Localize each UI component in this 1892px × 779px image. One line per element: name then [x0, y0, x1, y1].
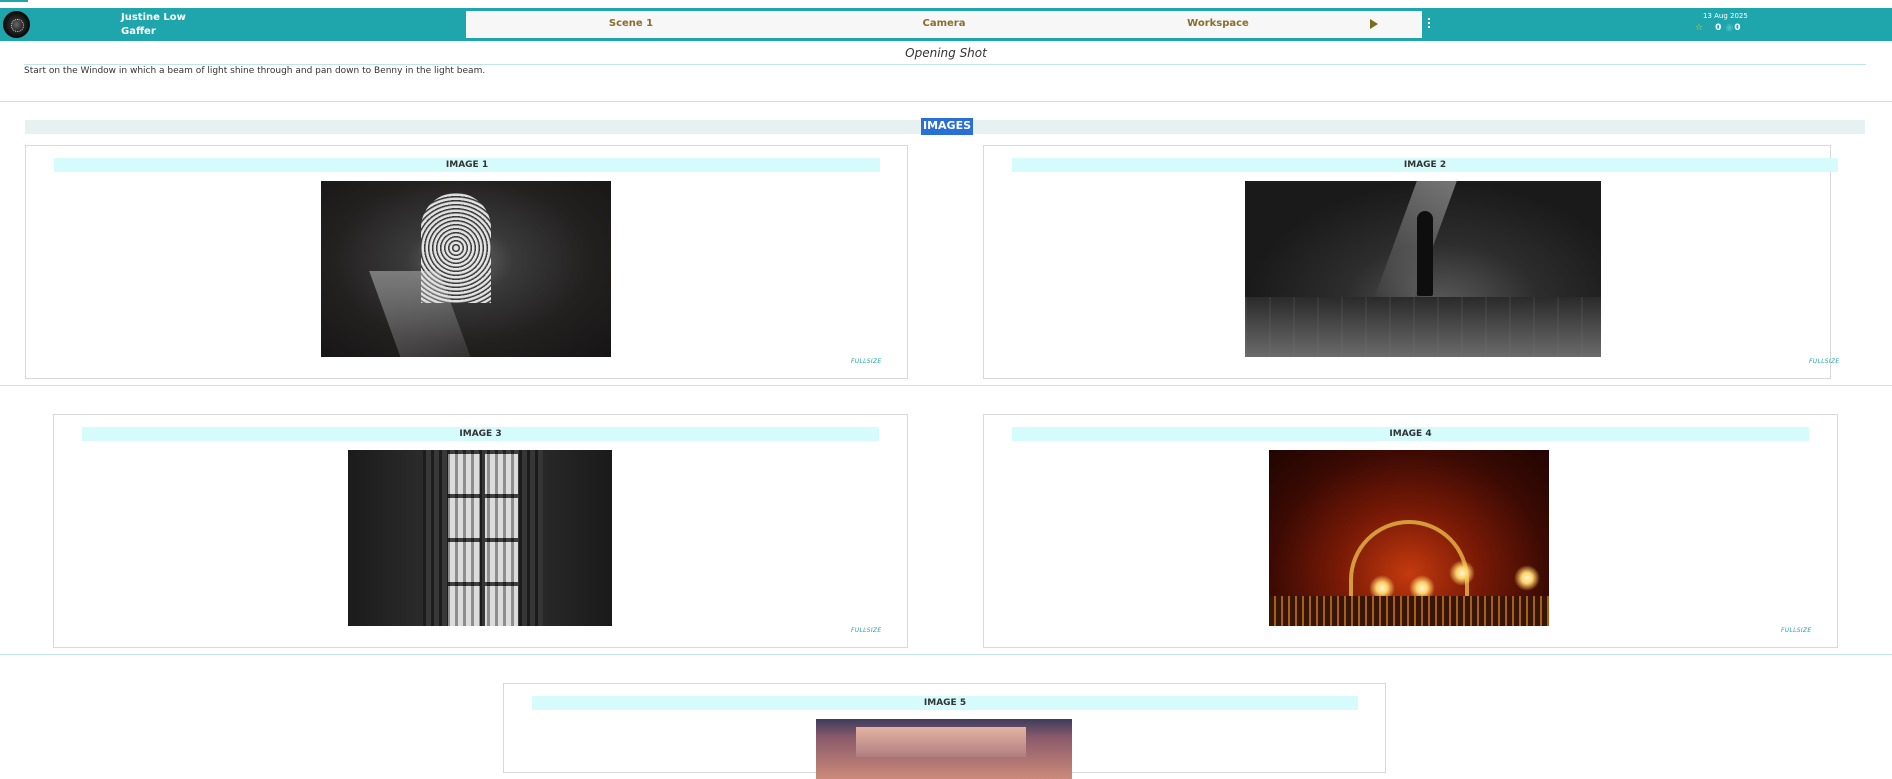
- image-card-2: IMAGE 2 FULLSIZE: [983, 145, 1839, 379]
- reference-image[interactable]: [816, 719, 1072, 779]
- image-card-5: IMAGE 5: [503, 683, 1386, 779]
- more-menu-icon[interactable]: [1428, 18, 1431, 29]
- shot-title: Opening Shot: [905, 46, 987, 60]
- images-heading: IMAGES: [921, 118, 974, 135]
- play-icon[interactable]: [1370, 19, 1378, 29]
- star-icon[interactable]: ☆: [1695, 23, 1703, 33]
- reference-image[interactable]: [1245, 181, 1601, 357]
- nav-workspace-link[interactable]: Workspace: [1187, 18, 1249, 29]
- fullsize-link[interactable]: FULLSIZE: [1809, 358, 1839, 365]
- date-label: 13 Aug 2025: [1703, 12, 1748, 20]
- likes-count: 0: [1715, 23, 1722, 33]
- nav-bar: Scene 1 Camera Workspace: [466, 11, 1422, 38]
- image-card-1: IMAGE 1 FULLSIZE: [25, 145, 908, 379]
- avatar[interactable]: [3, 11, 30, 38]
- image-card-4: IMAGE 4 FULLSIZE: [983, 414, 1838, 648]
- reference-image[interactable]: [1269, 450, 1549, 626]
- fullsize-link[interactable]: FULLSIZE: [851, 358, 881, 365]
- image-card-title: IMAGE 1: [54, 158, 880, 172]
- image-card-title: IMAGE 4: [1012, 427, 1809, 441]
- shot-description: Start on the Window in which a beam of l…: [24, 66, 486, 76]
- shot-stats: ☆ ♡0 ◉0: [1695, 23, 1741, 33]
- reference-image[interactable]: [321, 181, 611, 357]
- image-card-title: IMAGE 5: [532, 696, 1358, 710]
- top-accent-line: [0, 0, 28, 2]
- eye-icon: ◉: [1725, 23, 1734, 33]
- row-divider: [0, 385, 1892, 386]
- heart-icon[interactable]: ♡: [1706, 23, 1714, 33]
- nav-camera-link[interactable]: Camera: [923, 18, 966, 29]
- image-card-title: IMAGE 3: [82, 427, 879, 441]
- section-divider: [0, 101, 1892, 102]
- title-divider: [24, 64, 1866, 65]
- reference-image[interactable]: [348, 450, 612, 626]
- image-card-title: IMAGE 2: [1012, 158, 1838, 172]
- fullsize-link[interactable]: FULLSIZE: [851, 627, 881, 634]
- top-header: Justine Low Gaffer Scene 1 Camera Worksp…: [0, 8, 1892, 41]
- image-card-3: IMAGE 3 FULLSIZE: [53, 414, 908, 648]
- views-count: 0: [1734, 23, 1741, 33]
- nav-scene-link[interactable]: Scene 1: [609, 18, 653, 29]
- fullsize-link[interactable]: FULLSIZE: [1781, 627, 1811, 634]
- user-role: Gaffer: [121, 26, 156, 37]
- row-divider: [0, 654, 1892, 655]
- user-name: Justine Low: [121, 12, 186, 23]
